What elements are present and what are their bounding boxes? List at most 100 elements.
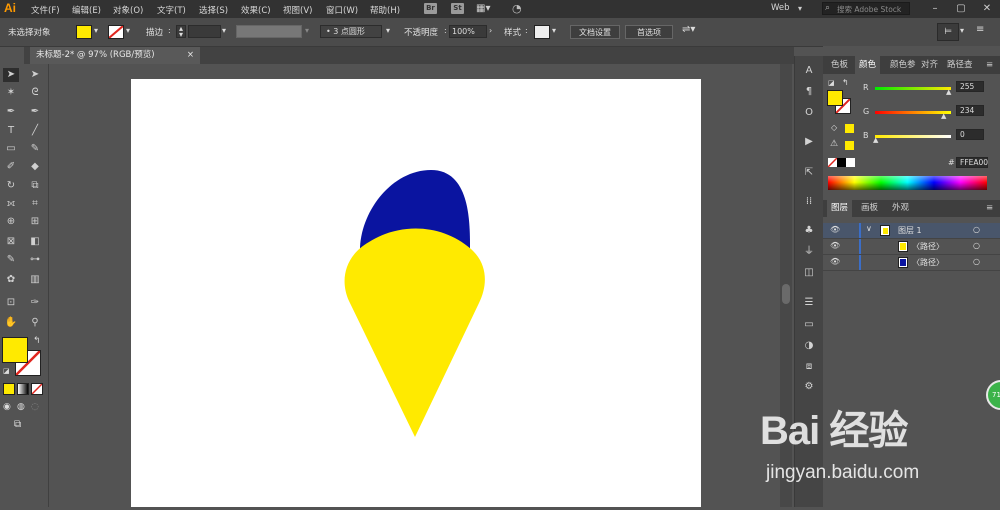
menu-type[interactable]: 文字(T): [157, 4, 186, 16]
free-transform-tool-icon[interactable]: ⌗: [27, 197, 43, 211]
target-icon[interactable]: ○: [973, 257, 980, 266]
layer-name[interactable]: 图层 1: [898, 225, 922, 236]
opacity-input[interactable]: 100%: [449, 25, 487, 38]
none-color-swatch[interactable]: [828, 158, 837, 167]
stroke-none-swatch[interactable]: [108, 25, 124, 39]
stroke-label[interactable]: 描边: [146, 26, 163, 38]
g-value-input[interactable]: 234: [956, 105, 984, 116]
menu-effect[interactable]: 效果(C): [241, 4, 271, 16]
chevron-right-icon[interactable]: ›: [489, 26, 492, 35]
blend-tool-icon[interactable]: ⊶: [27, 253, 43, 267]
curvature-tool-icon[interactable]: ✒: [27, 105, 43, 119]
search-input[interactable]: 搜索 Adobe Stock: [822, 2, 910, 15]
preferences-button[interactable]: 首选项: [625, 25, 673, 39]
hex-value-input[interactable]: FFEA00: [956, 157, 988, 168]
shape-builder-tool-icon[interactable]: ⊕: [3, 215, 19, 229]
web-color-swatch[interactable]: [845, 124, 854, 133]
style-swatch[interactable]: [534, 25, 550, 39]
rotate-tool-icon[interactable]: ↻: [3, 179, 19, 193]
black-swatch[interactable]: [837, 158, 846, 167]
image-trace-icon[interactable]: ⧈: [802, 360, 816, 374]
paragraph-icon[interactable]: ¶: [802, 85, 816, 99]
slice-tool-icon[interactable]: ✑: [27, 296, 43, 310]
r-slider[interactable]: [875, 87, 951, 90]
gamut-color-swatch[interactable]: [845, 141, 854, 150]
color-mode-icon[interactable]: [3, 383, 15, 395]
slider-handle-icon[interactable]: ▲: [946, 88, 951, 96]
document-tab[interactable]: 未标题-2* @ 97% (RGB/预览) ×: [30, 47, 200, 64]
eraser-tool-icon[interactable]: ◆: [27, 160, 43, 174]
stock-icon[interactable]: St: [451, 3, 464, 14]
default-colors-icon[interactable]: ◪: [3, 367, 10, 375]
layer-row[interactable]: 👁 〈路径〉 ○: [823, 255, 1000, 271]
paintbrush-tool-icon[interactable]: ✎: [27, 142, 43, 156]
width-tool-icon[interactable]: ⟗: [3, 197, 19, 211]
tab-color-guide[interactable]: 颜色参: [890, 56, 916, 74]
menu-help[interactable]: 帮助(H): [370, 4, 400, 16]
b-slider[interactable]: [875, 135, 951, 138]
chevron-down-icon[interactable]: ▾: [798, 4, 802, 13]
menu-object[interactable]: 对象(O): [113, 4, 143, 16]
shaper-tool-icon[interactable]: ✐: [3, 160, 19, 174]
stroke-stepper[interactable]: ▴ ▾: [176, 25, 186, 38]
screen-mode-icon[interactable]: ⧉: [14, 419, 21, 430]
menu-edit[interactable]: 编辑(E): [72, 4, 101, 16]
zoom-tool-icon[interactable]: ⚲: [27, 316, 43, 330]
fill-swatch[interactable]: [76, 25, 92, 39]
symbol-sprayer-tool-icon[interactable]: ✿: [3, 273, 19, 287]
transform-icon[interactable]: ⁞⁞: [802, 195, 816, 209]
character-icon[interactable]: A: [802, 64, 816, 78]
rectangle-tool-icon[interactable]: ▭: [3, 142, 19, 156]
close-tab-button[interactable]: ×: [187, 47, 194, 64]
r-value-input[interactable]: 255: [956, 81, 984, 92]
layer-row[interactable]: 👁 ∨ 图层 1 ○: [823, 223, 1000, 239]
direct-selection-tool-icon[interactable]: ➤: [27, 68, 43, 82]
play-action-icon[interactable]: ▶: [802, 135, 816, 149]
maximize-button[interactable]: ▢: [952, 0, 970, 18]
panel-menu-icon[interactable]: ≡: [986, 200, 993, 217]
stroke-weight-input[interactable]: [188, 25, 221, 38]
chevron-down-icon[interactable]: ▾: [386, 26, 390, 35]
panel-menu-icon[interactable]: ≡: [986, 56, 993, 74]
eye-icon[interactable]: 👁: [830, 257, 840, 266]
settings-icon[interactable]: ⚙: [802, 380, 816, 394]
draw-normal-icon[interactable]: ◉: [3, 402, 11, 412]
mesh-tool-icon[interactable]: ⊠: [3, 235, 19, 249]
gradient-tool-icon[interactable]: ◧: [27, 235, 43, 249]
tab-pathfinder[interactable]: 路径查: [947, 56, 973, 74]
brush-definition[interactable]: • 3 点圆形: [320, 25, 382, 38]
draw-inside-icon[interactable]: ◌: [31, 402, 39, 412]
document-setup-button[interactable]: 文档设置: [570, 25, 620, 39]
bridge-icon[interactable]: Br: [424, 3, 437, 14]
chevron-down-icon[interactable]: ▾: [960, 26, 964, 35]
tab-artboards[interactable]: 画板: [861, 200, 878, 217]
target-icon[interactable]: ○: [973, 225, 980, 234]
eye-icon[interactable]: 👁: [830, 225, 840, 234]
gradient-mode-icon[interactable]: [17, 383, 29, 395]
gpu-performance-icon[interactable]: ◔: [512, 2, 522, 15]
slider-handle-icon[interactable]: ▲: [873, 136, 878, 144]
tab-color[interactable]: 颜色: [855, 56, 881, 74]
chevron-down-icon[interactable]: ▾: [222, 26, 226, 35]
default-colors-icon[interactable]: ◪: [828, 79, 835, 87]
layer-row[interactable]: 👁 〈路径〉 ○: [823, 239, 1000, 255]
brushes-icon[interactable]: ⏚: [802, 245, 816, 259]
menu-window[interactable]: 窗口(W): [326, 4, 358, 16]
graphic-styles-icon[interactable]: ◫: [802, 266, 816, 280]
align-panel-icon[interactable]: ⊨: [937, 23, 959, 41]
scale-tool-icon[interactable]: ⧉: [27, 179, 43, 193]
color-spectrum[interactable]: [828, 176, 987, 190]
lasso-tool-icon[interactable]: ᘓ: [27, 86, 43, 100]
export-icon[interactable]: ⇱: [802, 166, 816, 180]
workspace-switcher[interactable]: Web: [771, 3, 790, 13]
menu-view[interactable]: 视图(V): [283, 4, 312, 16]
target-icon[interactable]: ○: [973, 241, 980, 250]
type-tool-icon[interactable]: T: [3, 124, 19, 138]
tab-layers[interactable]: 图层: [827, 200, 853, 217]
swap-fill-stroke-icon[interactable]: ↰: [842, 78, 849, 87]
opacity-label[interactable]: 不透明度: [404, 26, 438, 38]
perspective-grid-tool-icon[interactable]: ⊞: [27, 215, 43, 229]
chevron-down-icon[interactable]: ∨: [866, 224, 872, 233]
menu-select[interactable]: 选择(S): [199, 4, 228, 16]
fill-color-front[interactable]: [2, 337, 28, 363]
